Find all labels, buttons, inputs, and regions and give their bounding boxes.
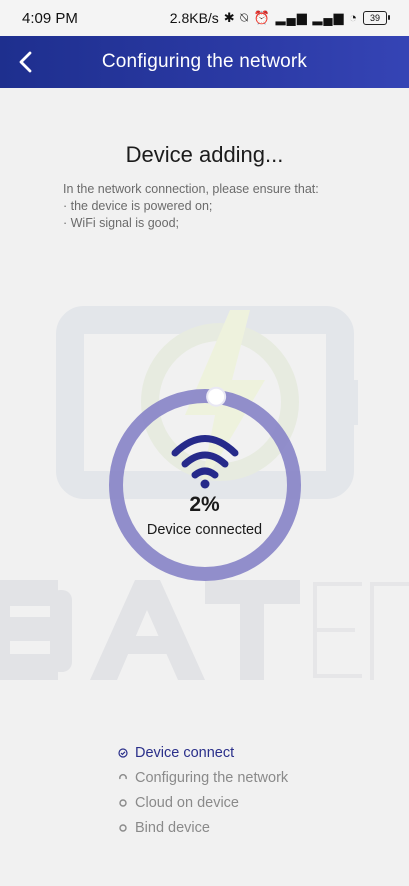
- progress-percent: 2%: [189, 493, 220, 516]
- step-bind-device: Bind device: [118, 815, 288, 840]
- connection-status: Device connected: [146, 522, 263, 538]
- step-label: Device connect: [135, 744, 235, 761]
- step-cloud-on-device: Cloud on device: [118, 790, 288, 815]
- steps-list: Device connect Configuring the network C…: [118, 740, 288, 840]
- step-label: Cloud on device: [135, 794, 239, 811]
- status-icons: ✱ ⍉ ⏰ ▂▄▆ ▂▄▆ ◔: [223, 10, 358, 25]
- page-title: Configuring the network: [101, 51, 308, 72]
- loading-circle-icon: [118, 773, 128, 783]
- progress-knob: [206, 386, 227, 407]
- status-bar: 4:09 PM 2.8KB/s ✱ ⍉ ⏰ ▂▄▆ ▂▄▆ ◔ 39: [0, 0, 409, 36]
- instruction-line: · the device is powered on;: [63, 199, 213, 213]
- status-indicators: 2.8KB/s ✱ ⍉ ⏰ ▂▄▆ ▂▄▆ ◔ 39: [169, 10, 390, 26]
- adding-title: Device adding...: [125, 142, 284, 167]
- back-button[interactable]: [0, 36, 52, 88]
- pending-circle-icon: [118, 798, 128, 808]
- status-time: 4:09 PM: [22, 9, 78, 27]
- wifi-icon: [171, 435, 239, 479]
- network-speed: 2.8KB/s: [169, 10, 219, 26]
- battery-icon: 39: [363, 11, 390, 25]
- wifi-dot: [200, 479, 210, 489]
- app-header: Configuring the network: [0, 36, 409, 88]
- check-circle-icon: [118, 747, 128, 758]
- battery-level: 39: [369, 13, 380, 23]
- step-label: Configuring the network: [135, 769, 289, 786]
- chevron-left-icon: [19, 51, 32, 73]
- instruction-line: · WiFi signal is good;: [63, 216, 180, 230]
- instructions: In the network connection, please ensure…: [63, 181, 383, 232]
- step-device-connect: Device connect: [118, 740, 288, 765]
- step-configuring-network: Configuring the network: [118, 765, 288, 790]
- step-label: Bind device: [135, 819, 210, 836]
- progress-ring: [104, 384, 306, 586]
- pending-circle-icon: [118, 823, 128, 833]
- progress-ring-graphic: [109, 386, 301, 581]
- instruction-line: In the network connection, please ensure…: [63, 182, 319, 196]
